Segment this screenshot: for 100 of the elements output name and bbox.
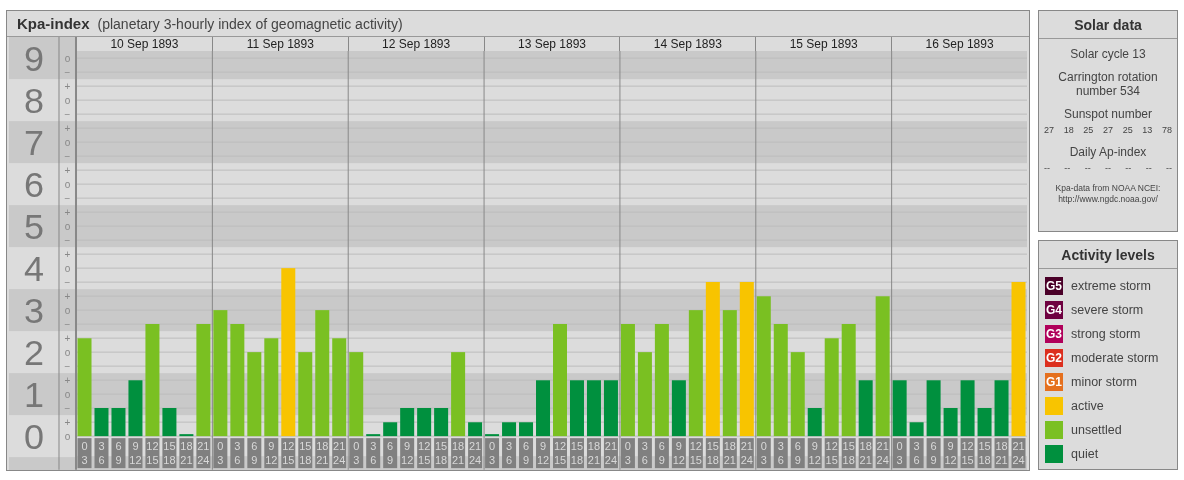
time-slot-label: 18 <box>859 440 872 453</box>
time-slot-label: 21 <box>469 440 482 453</box>
time-slot-label: 6 <box>98 454 105 467</box>
kp-step-label: o <box>64 262 71 274</box>
kp-bar <box>570 380 584 437</box>
time-slot-label: 6 <box>234 454 241 467</box>
time-slot-label: 15 <box>689 454 702 467</box>
time-slot-label: 21 <box>876 440 889 453</box>
solar-cycle-text: Solar cycle 13 <box>1069 47 1147 61</box>
time-slot-background <box>366 438 381 469</box>
kp-bar <box>111 408 126 437</box>
time-slot-label: 12 <box>536 454 550 467</box>
kp-bar <box>485 434 500 437</box>
kp-bar <box>807 408 822 437</box>
time-slot-label: 18 <box>723 440 736 453</box>
kp-bar <box>926 380 941 437</box>
kp-bar <box>858 380 873 437</box>
time-slot-label: 3 <box>489 454 496 467</box>
time-slot-label: 3 <box>506 440 513 453</box>
time-slot-label: 12 <box>553 440 567 453</box>
time-slot-label: 3 <box>624 454 631 467</box>
kp-bar <box>417 408 432 437</box>
time-slot-label: 18 <box>163 454 176 467</box>
time-slot-label: 18 <box>316 440 329 453</box>
time-slot-label: 6 <box>251 440 258 453</box>
panel-title: Activity levels <box>1039 241 1177 269</box>
kp-step-label: + <box>64 80 71 92</box>
time-slot-label: 12 <box>401 454 414 467</box>
time-slot-label: 21 <box>333 440 346 453</box>
level-swatch: G2 <box>1045 349 1063 367</box>
time-slot-label: 18 <box>978 454 991 467</box>
time-slot-label: 15 <box>570 440 584 453</box>
time-slot-label: 24 <box>604 454 618 467</box>
time-slot-label: 0 <box>760 440 767 453</box>
time-slot-label: 6 <box>370 454 377 467</box>
carrington-rotation-text: Carrington rotation number 534 <box>1057 70 1159 98</box>
time-slot-label: 24 <box>876 454 889 467</box>
time-slot-label: 3 <box>896 454 903 467</box>
level-swatch: G4 <box>1045 301 1063 319</box>
sunspot-value: 13 <box>1142 125 1153 135</box>
time-slot-label: 6 <box>506 454 513 467</box>
panel-subtitle: (planetary 3-hourly index of geomagnetic activity) <box>97 15 403 32</box>
time-slot-label: 6 <box>641 454 648 467</box>
time-slot-label: 15 <box>282 454 295 467</box>
time-slot-label: 9 <box>268 440 275 453</box>
time-slot-label: 15 <box>146 454 159 467</box>
kp-step-label: − <box>64 318 71 330</box>
time-slot-label: 18 <box>706 454 719 467</box>
level-swatch: G3 <box>1045 325 1063 343</box>
level-label: moderate storm <box>1071 351 1159 365</box>
time-slot-label: 18 <box>452 440 465 453</box>
time-slot-label: 9 <box>523 454 530 467</box>
time-slot-label: 12 <box>672 454 685 467</box>
time-slot-label: 9 <box>251 454 258 467</box>
kp-step-label: o <box>64 178 71 190</box>
time-slot-label: 18 <box>570 454 584 467</box>
time-slot-label: 0 <box>624 440 631 453</box>
ap-index-value: -- <box>1125 163 1132 173</box>
kp-step-label: + <box>64 122 71 134</box>
time-slot-label: 21 <box>604 440 618 453</box>
kp-step-label: + <box>64 416 71 428</box>
time-slot-label: 12 <box>808 454 821 467</box>
time-slot-label: 21 <box>180 454 193 467</box>
kp-axis-label: 6 <box>24 164 44 206</box>
ap-index-value: -- <box>1145 163 1152 173</box>
level-label: unsettled <box>1071 423 1122 437</box>
time-slot-label: 21 <box>197 440 210 453</box>
kp-step-label: o <box>64 346 71 358</box>
time-slot-label: 0 <box>896 440 903 453</box>
time-slot-label: 24 <box>1012 454 1025 467</box>
time-slot-label: 15 <box>825 454 838 467</box>
time-slot-label: 3 <box>760 454 767 467</box>
time-slot-label: 15 <box>553 454 567 467</box>
time-slot-label: 6 <box>115 440 122 453</box>
kp-axis-label: 8 <box>24 80 44 122</box>
ap-index-value: -- <box>1165 163 1172 173</box>
panel-title: Kpa-index <box>17 15 90 33</box>
time-slot-label: 15 <box>418 454 431 467</box>
time-slot-label: 6 <box>794 440 801 453</box>
kp-axis-label: 9 <box>24 38 44 80</box>
kp-bar <box>502 422 517 437</box>
kp-step-label: + <box>64 164 71 176</box>
time-slot-label: 12 <box>282 440 295 453</box>
kp-bar <box>162 408 177 437</box>
kp-bar <box>383 422 398 437</box>
time-slot-label: 18 <box>842 454 855 467</box>
time-slot-label: 12 <box>961 440 974 453</box>
kp-step-label: + <box>64 206 71 218</box>
kp-axis-label: 7 <box>24 122 44 164</box>
time-slot-label: 0 <box>81 440 88 453</box>
level-label: severe storm <box>1071 303 1144 317</box>
kp-step-label: o <box>64 430 71 442</box>
kp-step-label: + <box>64 248 71 260</box>
kp-bar <box>179 434 194 437</box>
time-slot-label: 6 <box>777 454 784 467</box>
time-slot-label: 15 <box>163 440 176 453</box>
time-slot-label: 0 <box>353 440 360 453</box>
time-slot-label: 21 <box>452 454 465 467</box>
time-slot-label: 18 <box>435 454 448 467</box>
time-slot-label: 12 <box>825 440 838 453</box>
